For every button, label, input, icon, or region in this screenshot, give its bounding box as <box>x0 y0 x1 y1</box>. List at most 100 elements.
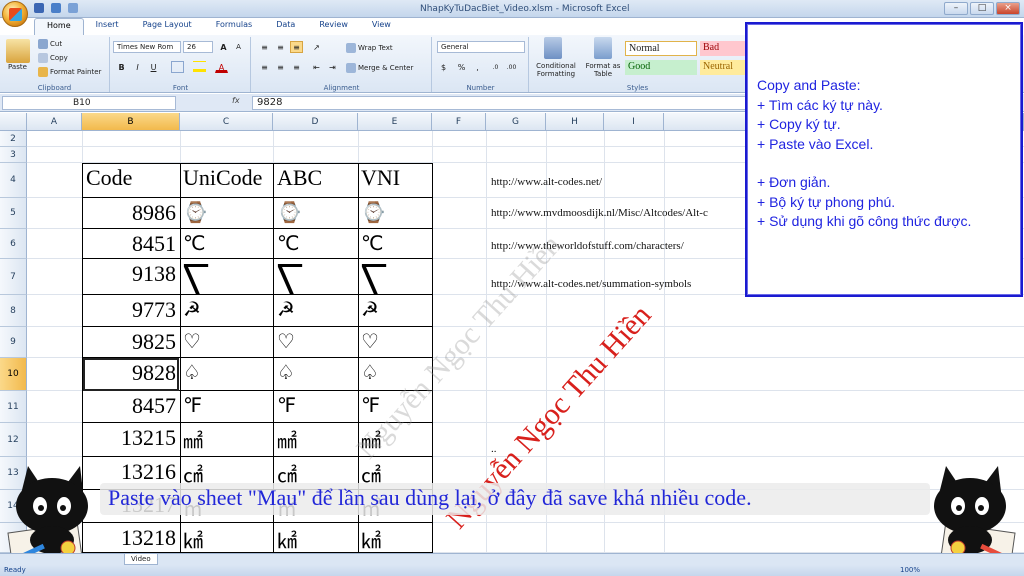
code-cell[interactable]: 8986 <box>82 200 176 226</box>
borders-icon[interactable] <box>171 61 184 73</box>
code-cell[interactable]: 8457 <box>82 393 176 419</box>
align-center-icon[interactable]: ≡ <box>274 61 287 73</box>
unicode-cell[interactable]: ㎢ <box>183 525 203 554</box>
select-all-corner[interactable] <box>0 113 27 131</box>
abc-cell[interactable]: ℉ <box>277 393 296 417</box>
column-header[interactable]: C <box>180 113 273 131</box>
style-good[interactable]: Good <box>625 60 697 75</box>
code-cell[interactable]: 9773 <box>82 297 176 323</box>
unicode-cell[interactable]: ♤ <box>183 360 201 384</box>
column-header[interactable]: A <box>27 113 82 131</box>
row-header[interactable]: 5 <box>0 198 27 229</box>
link-alt-codes[interactable]: http://www.alt-codes.net/ <box>491 176 602 188</box>
unicode-cell[interactable]: ℉ <box>183 393 202 417</box>
italic-button[interactable]: I <box>131 61 144 73</box>
abc-cell[interactable]: ℃ <box>277 231 299 255</box>
unicode-cell[interactable]: ⌚ <box>183 200 208 224</box>
vni-cell[interactable]: ⌚ <box>361 200 386 224</box>
vni-cell[interactable]: ♤ <box>361 360 379 384</box>
decrease-decimal-icon[interactable]: .00 <box>505 61 518 73</box>
abc-cell[interactable]: ☭ <box>277 297 295 321</box>
row-header[interactable]: 7 <box>0 259 27 295</box>
name-box[interactable]: B10 <box>2 96 176 110</box>
vni-cell[interactable]: ℃ <box>361 231 383 255</box>
abc-cell[interactable]: ㎢ <box>277 525 297 554</box>
abc-cell[interactable]: ㎟ <box>277 425 297 454</box>
font-color-button[interactable]: A <box>215 61 228 73</box>
redo-icon[interactable] <box>68 3 78 13</box>
code-cell[interactable]: 9825 <box>82 329 176 355</box>
font-size-select[interactable]: 26 <box>183 41 213 53</box>
cut-button[interactable]: Cut <box>38 39 62 49</box>
row-header[interactable]: 2 <box>0 131 27 147</box>
link-theworldofstuff[interactable]: http://www.theworldofstuff.com/character… <box>491 240 684 252</box>
wrap-text-button[interactable]: Wrap Text <box>346 43 393 53</box>
row-header[interactable]: 6 <box>0 229 27 259</box>
tab-insert[interactable]: Insert <box>84 18 131 35</box>
format-painter-button[interactable]: Format Painter <box>38 67 101 77</box>
tab-home[interactable]: Home <box>34 18 84 35</box>
column-header[interactable]: F <box>432 113 486 131</box>
merge-center-button[interactable]: Merge & Center <box>346 63 413 73</box>
unicode-cell[interactable]: ♡ <box>183 329 201 353</box>
minimize-button[interactable]: – <box>944 2 968 15</box>
style-normal[interactable]: Normal <box>625 41 697 56</box>
abc-cell[interactable]: ⎲ <box>277 261 303 296</box>
maximize-button[interactable]: □ <box>970 2 994 15</box>
abc-cell[interactable]: ⌚ <box>277 200 302 224</box>
abc-cell[interactable]: ♡ <box>277 329 295 353</box>
column-header[interactable]: D <box>273 113 358 131</box>
column-header-selected[interactable]: B <box>82 113 180 131</box>
underline-button[interactable]: U <box>147 61 160 73</box>
percent-button[interactable]: % <box>455 61 468 73</box>
row-header-selected[interactable]: 10 <box>0 358 27 391</box>
column-header[interactable]: I <box>604 113 664 131</box>
save-icon[interactable] <box>34 3 44 13</box>
column-header[interactable]: E <box>358 113 432 131</box>
vni-cell[interactable]: ☭ <box>361 297 379 321</box>
tab-formulas[interactable]: Formulas <box>204 18 265 35</box>
row-header[interactable]: 8 <box>0 295 27 327</box>
decrease-indent-icon[interactable]: ⇤ <box>310 61 323 73</box>
abc-cell[interactable]: ♤ <box>277 360 295 384</box>
align-left-icon[interactable]: ≡ <box>258 61 271 73</box>
code-cell[interactable]: 8451 <box>82 231 176 257</box>
fx-icon[interactable]: fx <box>232 96 250 110</box>
grow-font-button[interactable]: A <box>217 41 230 53</box>
align-top-icon[interactable]: ≡ <box>258 41 271 53</box>
tab-data[interactable]: Data <box>264 18 307 35</box>
bold-button[interactable]: B <box>115 61 128 73</box>
zoom-level[interactable]: 100% <box>900 566 920 574</box>
tab-review[interactable]: Review <box>307 18 360 35</box>
align-right-icon[interactable]: ≡ <box>290 61 303 73</box>
align-middle-icon[interactable]: ≡ <box>274 41 287 53</box>
row-header[interactable]: 3 <box>0 147 27 163</box>
unicode-cell[interactable]: ☭ <box>183 297 201 321</box>
unicode-cell[interactable]: ⎲ <box>183 261 209 296</box>
vni-cell[interactable]: ㎢ <box>361 525 381 554</box>
note-text-box[interactable]: Copy and Paste: + Tìm các ký tự này. + C… <box>745 22 1023 297</box>
vni-cell[interactable]: ♡ <box>361 329 379 353</box>
font-name-select[interactable]: Times New Rom <box>113 41 181 53</box>
selected-cell-b10[interactable] <box>83 358 179 391</box>
code-cell[interactable]: 9138 <box>82 261 176 287</box>
copy-button[interactable]: Copy <box>38 53 68 63</box>
shrink-font-button[interactable]: A <box>232 41 245 53</box>
fill-color-icon[interactable] <box>193 61 206 73</box>
align-bottom-icon[interactable]: ≡ <box>290 41 303 53</box>
vni-cell[interactable]: ⎲ <box>361 261 387 296</box>
tab-page-layout[interactable]: Page Layout <box>131 18 204 35</box>
close-button[interactable]: × <box>996 2 1020 15</box>
increase-decimal-icon[interactable]: .0 <box>489 61 502 73</box>
unicode-cell[interactable]: ℃ <box>183 231 205 255</box>
row-header[interactable]: 4 <box>0 163 27 198</box>
column-header[interactable]: H <box>546 113 604 131</box>
link-mvdmoosdijk[interactable]: http://www.mvdmoosdijk.nl/Misc/Altcodes/… <box>491 207 708 219</box>
format-as-table-button[interactable]: Format as Table <box>584 62 622 78</box>
column-header[interactable]: G <box>486 113 546 131</box>
number-format-select[interactable]: General <box>437 41 525 53</box>
currency-button[interactable]: $ <box>437 61 450 73</box>
comma-button[interactable]: , <box>471 61 484 73</box>
row-header[interactable]: 12 <box>0 423 27 457</box>
row-header[interactable]: 9 <box>0 327 27 358</box>
